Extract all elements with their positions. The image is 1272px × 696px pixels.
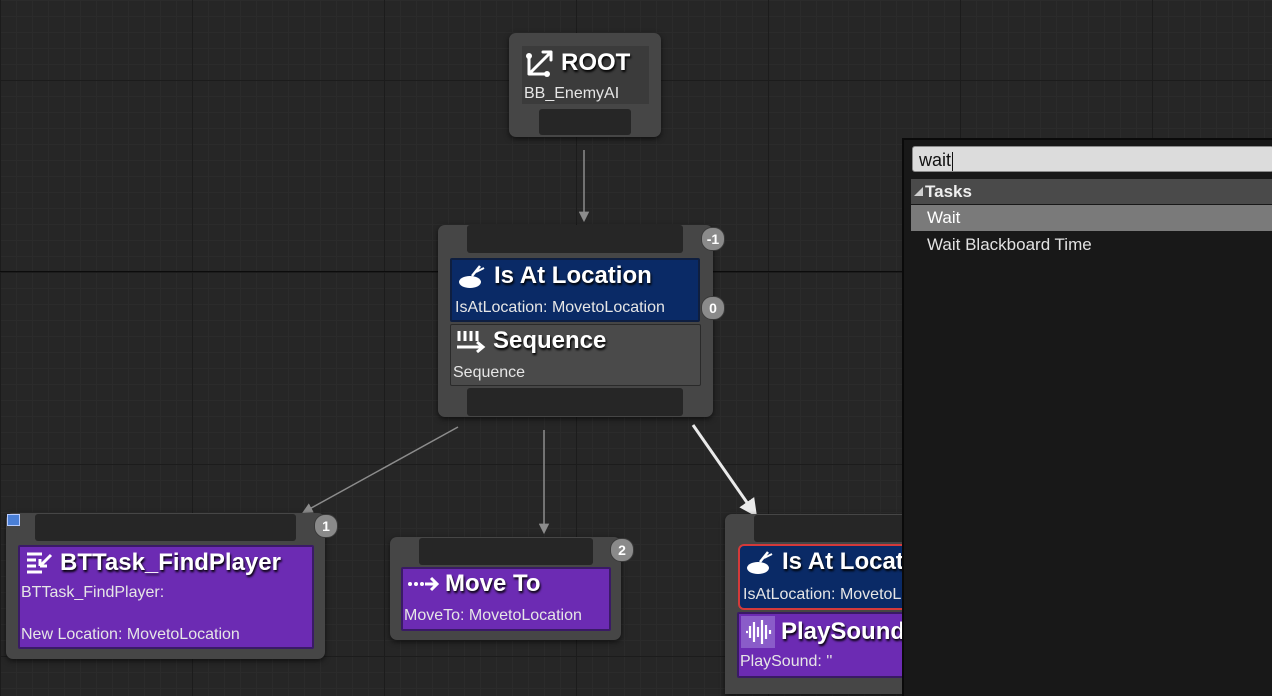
is-at-location-icon: [746, 548, 776, 576]
sequence-title: Sequence: [493, 327, 607, 354]
right-sequence-node[interactable]: Is At Location IsAtLocation: MovetoLocat…: [725, 514, 925, 694]
sequence-input-pin[interactable]: [467, 225, 683, 253]
root-node[interactable]: ROOT BB_EnemyAI: [509, 33, 661, 137]
menu-item-wait-blackboard-time[interactable]: Wait Blackboard Time: [911, 232, 1272, 258]
play-sound-title: PlaySound: [781, 618, 906, 645]
sequence-output-pin[interactable]: [467, 388, 683, 416]
root-output-pin[interactable]: [539, 109, 631, 135]
decorator-title: Is At Location: [494, 262, 652, 289]
wire-sequence-to-findplayer: [302, 426, 459, 514]
right-decorator-subtitle: IsAtLocation: MovetoLocation: [743, 586, 925, 603]
category-header-tasks[interactable]: Tasks: [911, 179, 1272, 204]
find-player-title: BTTask_FindPlayer: [60, 549, 281, 576]
sequence-icon: [455, 327, 487, 355]
blueprint-task-icon: [24, 548, 54, 578]
find-player-task[interactable]: BTTask_FindPlayer BTTask_FindPlayer: New…: [18, 545, 314, 649]
is-at-location-icon: [458, 262, 488, 290]
root-branch-icon: [525, 48, 555, 78]
text-caret: [952, 151, 954, 171]
play-sound-subtitle: PlaySound: '': [740, 653, 833, 670]
find-player-subtitle: BTTask_FindPlayer:: [21, 584, 165, 601]
search-input[interactable]: wait: [912, 146, 1272, 172]
find-player-input-pin[interactable]: [35, 514, 296, 541]
move-to-subtitle: MoveTo: MovetoLocation: [404, 607, 582, 624]
root-subtitle: BB_EnemyAI: [524, 85, 620, 102]
category-label: Tasks: [925, 182, 972, 201]
sequence-execution-index: -1: [701, 227, 725, 251]
decorator-execution-index: 0: [701, 296, 725, 320]
wire-sequence-to-right: [691, 424, 758, 517]
move-to-icon: [407, 571, 439, 597]
expand-triangle-icon: [914, 187, 923, 196]
root-node-header: ROOT BB_EnemyAI: [522, 46, 649, 104]
menu-item-wait[interactable]: Wait: [911, 205, 1272, 231]
move-to-execution-index: 2: [610, 538, 634, 562]
move-to-title: Move To: [445, 570, 541, 597]
sequence-composite[interactable]: Sequence Sequence: [450, 324, 701, 386]
blueprint-marker-icon: [7, 514, 20, 526]
play-sound-task[interactable]: PlaySound PlaySound: '': [737, 612, 925, 678]
right-is-at-location-decorator[interactable]: Is At Location IsAtLocation: MovetoLocat…: [738, 544, 925, 610]
move-to-input-pin[interactable]: [419, 538, 593, 565]
sequence-subtitle: Sequence: [453, 364, 526, 381]
root-title: ROOT: [561, 49, 631, 76]
sound-wave-icon: [741, 616, 775, 648]
node-search-panel[interactable]: wait Tasks Wait Wait Blackboard Time: [902, 138, 1272, 696]
find-player-execution-index: 1: [314, 514, 338, 538]
is-at-location-decorator[interactable]: Is At Location IsAtLocation: MovetoLocat…: [450, 258, 700, 322]
move-to-node[interactable]: Move To MoveTo: MovetoLocation 2: [390, 537, 634, 640]
decorator-subtitle: IsAtLocation: MovetoLocation: [455, 299, 665, 316]
find-player-detail: New Location: MovetoLocation: [21, 626, 240, 643]
move-to-task[interactable]: Move To MoveTo: MovetoLocation: [401, 567, 611, 631]
find-player-node[interactable]: BTTask_FindPlayer BTTask_FindPlayer: New…: [6, 513, 338, 659]
search-query: wait: [919, 150, 952, 170]
right-node-input-pin[interactable]: [754, 515, 925, 542]
sequence-node[interactable]: Is At Location IsAtLocation: MovetoLocat…: [438, 225, 725, 417]
